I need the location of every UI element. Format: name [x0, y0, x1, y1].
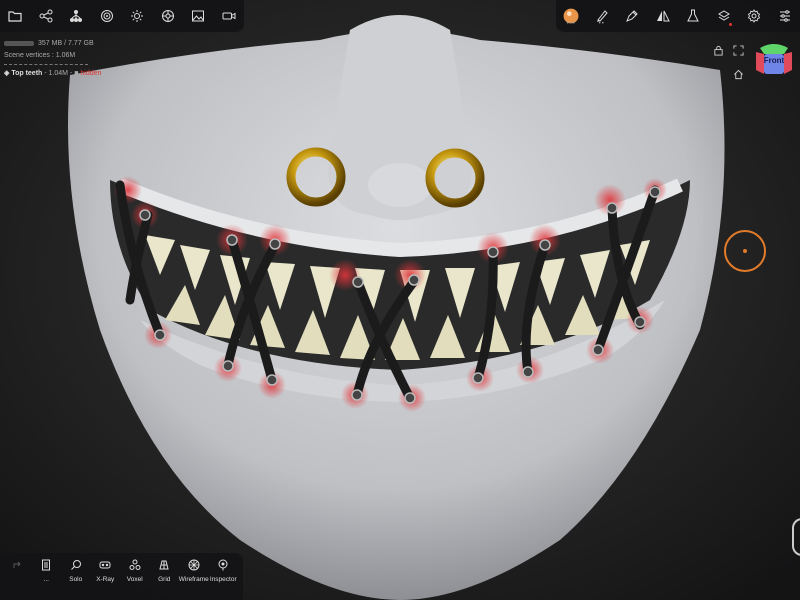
- vertex-count: Scene vertices : 1.06M: [4, 52, 76, 59]
- materials-icon[interactable]: [92, 0, 123, 32]
- pen-tool-icon[interactable]: [617, 0, 648, 32]
- inspector-icon: [218, 559, 228, 571]
- wireframe-button[interactable]: Wireframe: [179, 553, 209, 600]
- lock-icon[interactable]: [712, 44, 724, 56]
- main-toolbar: [0, 0, 244, 32]
- scene-info: 357 MB / 7.77 GB Scene vertices : 1.06M …: [4, 38, 101, 80]
- layers-alert-dot: [729, 23, 732, 26]
- selected-object[interactable]: ◈ Top teeth - 1.04M - ■ hidden: [4, 68, 101, 80]
- folder-icon[interactable]: [0, 0, 31, 32]
- lighting-icon[interactable]: [122, 0, 153, 32]
- navigation-cube[interactable]: Front: [754, 42, 794, 80]
- cube-front-label: Front: [763, 56, 785, 65]
- xray-icon: [99, 561, 111, 569]
- voxel-button[interactable]: Voxel: [120, 553, 150, 600]
- side-panel-handle[interactable]: [792, 518, 800, 556]
- layers-icon[interactable]: [709, 0, 740, 32]
- orbit-pivot[interactable]: [724, 230, 766, 272]
- tools-toolbar: ••• ••: [556, 0, 800, 32]
- inspector-button[interactable]: Inspector: [209, 553, 239, 600]
- memory-readout: 357 MB / 7.77 GB: [4, 38, 101, 50]
- sliders-icon[interactable]: [770, 0, 800, 32]
- settings-icon[interactable]: [739, 0, 770, 32]
- matcap-icon[interactable]: •••: [556, 0, 587, 32]
- home-icon[interactable]: [732, 68, 744, 80]
- grid-button[interactable]: Grid: [150, 553, 180, 600]
- camera-icon[interactable]: [214, 0, 245, 32]
- share-icon[interactable]: [31, 0, 62, 32]
- document-button[interactable]: ...: [32, 553, 62, 600]
- wireframe-icon: [188, 559, 200, 571]
- sculpt-viewport[interactable]: [0, 0, 800, 600]
- info-divider: [4, 64, 88, 65]
- image-icon[interactable]: [183, 0, 214, 32]
- grid-icon: [159, 560, 169, 570]
- redo-button[interactable]: [2, 553, 32, 600]
- memory-bar: [4, 40, 34, 46]
- search-icon: [70, 560, 81, 570]
- voxel-icon: [129, 559, 141, 570]
- symmetry-icon[interactable]: [648, 0, 679, 32]
- solo-button[interactable]: Solo: [61, 553, 91, 600]
- brush-icon[interactable]: ••: [587, 0, 618, 32]
- bottom-toolbar: ... Solo X-Ray Voxel Grid Wireframe Insp…: [0, 553, 243, 600]
- flask-icon[interactable]: [678, 0, 709, 32]
- fullscreen-icon[interactable]: [732, 44, 744, 56]
- xray-button[interactable]: X-Ray: [91, 553, 121, 600]
- shading-icon[interactable]: [153, 0, 184, 32]
- view-controls: [708, 42, 748, 86]
- scene-tree-icon[interactable]: [61, 0, 92, 32]
